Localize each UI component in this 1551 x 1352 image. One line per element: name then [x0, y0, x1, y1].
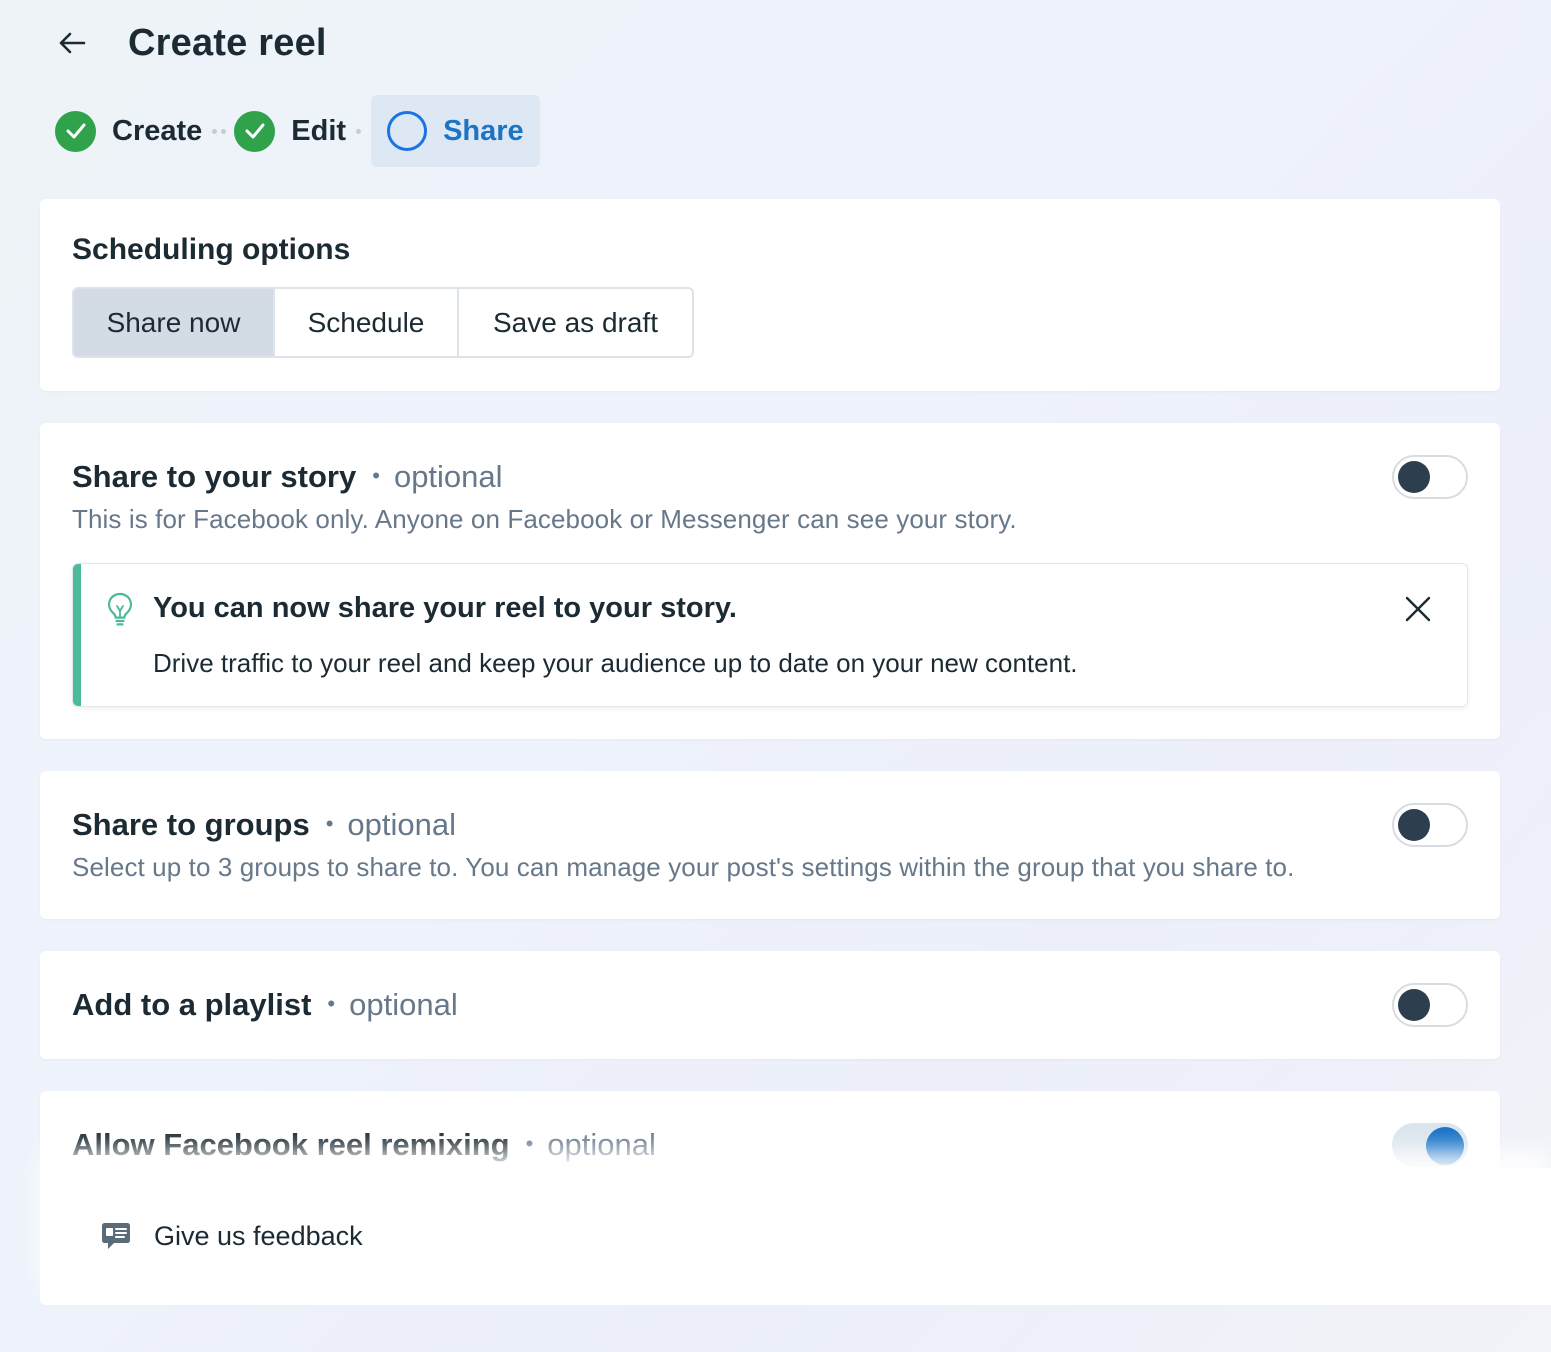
tip-title: You can now share your reel to your stor… [153, 592, 737, 624]
step-label: Edit [291, 114, 347, 147]
share-to-groups-toggle[interactable] [1392, 803, 1468, 847]
step-create[interactable]: Create [55, 95, 202, 167]
feedback-label: Give us feedback [154, 1220, 363, 1251]
remixing-title: Allow Facebook reel remixing [72, 1127, 510, 1162]
step-connector [356, 128, 362, 134]
share-to-groups-card: Share to groups • optional Select up to … [40, 771, 1500, 919]
toggle-knob [1398, 461, 1430, 493]
tip-body: Drive traffic to your reel and keep your… [153, 648, 1078, 678]
step-edit[interactable]: Edit [234, 95, 346, 167]
step-label: Create [112, 114, 203, 147]
scheduling-title: Scheduling options [72, 233, 351, 266]
share-now-button[interactable]: Share now [74, 289, 275, 356]
feedback-button[interactable]: Give us feedback [100, 1220, 363, 1252]
playlist-title: Add to a playlist [72, 987, 312, 1022]
groups-description: Select up to 3 groups to share to. You c… [72, 852, 1295, 882]
optional-label: optional [349, 987, 458, 1022]
save-as-draft-button[interactable]: Save as draft [459, 289, 692, 356]
feedback-icon [102, 1223, 130, 1249]
check-circle-icon [55, 110, 96, 152]
share-to-story-toggle[interactable] [1392, 455, 1468, 499]
empty-circle-icon [387, 111, 428, 151]
footer-bar: Give us feedback [40, 1168, 1551, 1305]
groups-heading: Share to groups • optional [72, 807, 456, 843]
groups-title: Share to groups [72, 807, 310, 842]
toggle-knob [1426, 1127, 1464, 1165]
toggle-knob [1398, 989, 1430, 1021]
step-share[interactable]: Share [371, 95, 540, 167]
lightbulb-icon [107, 592, 133, 626]
page-title: Create reel [128, 21, 327, 64]
share-to-story-card: Share to your story • optional This is f… [40, 423, 1500, 739]
separator-dot: • [325, 811, 334, 836]
toggle-knob [1398, 809, 1430, 841]
reel-remixing-toggle[interactable] [1392, 1123, 1468, 1167]
story-description: This is for Facebook only. Anyone on Fac… [72, 504, 1017, 534]
arrow-left-icon [59, 32, 86, 54]
optional-label: optional [547, 1127, 656, 1162]
page-header: Create reel [58, 18, 327, 68]
story-tip-banner: You can now share your reel to your stor… [72, 563, 1468, 707]
separator-dot: • [327, 991, 336, 1016]
optional-label: optional [393, 459, 503, 494]
check-circle-icon [234, 110, 276, 152]
add-to-playlist-toggle[interactable] [1392, 983, 1468, 1027]
progress-stepper: Create Edit Share [55, 95, 540, 167]
add-to-playlist-card: Add to a playlist • optional [40, 951, 1500, 1059]
scheduling-segmented-control: Share now Schedule Save as draft [72, 287, 694, 358]
schedule-button[interactable]: Schedule [275, 289, 459, 356]
separator-dot: • [525, 1131, 534, 1156]
close-icon[interactable] [1403, 594, 1433, 624]
story-heading: Share to your story • optional [72, 459, 503, 495]
remixing-heading: Allow Facebook reel remixing • optional [72, 1127, 656, 1163]
optional-label: optional [347, 807, 456, 842]
separator-dot: • [372, 463, 380, 488]
step-label: Share [443, 114, 524, 147]
story-title: Share to your story [72, 459, 357, 494]
scheduling-card: Scheduling options Share now Schedule Sa… [40, 199, 1500, 391]
playlist-heading: Add to a playlist • optional [72, 987, 458, 1023]
back-button[interactable] [58, 18, 94, 68]
step-connector [212, 128, 227, 134]
tip-accent-bar [73, 564, 81, 706]
